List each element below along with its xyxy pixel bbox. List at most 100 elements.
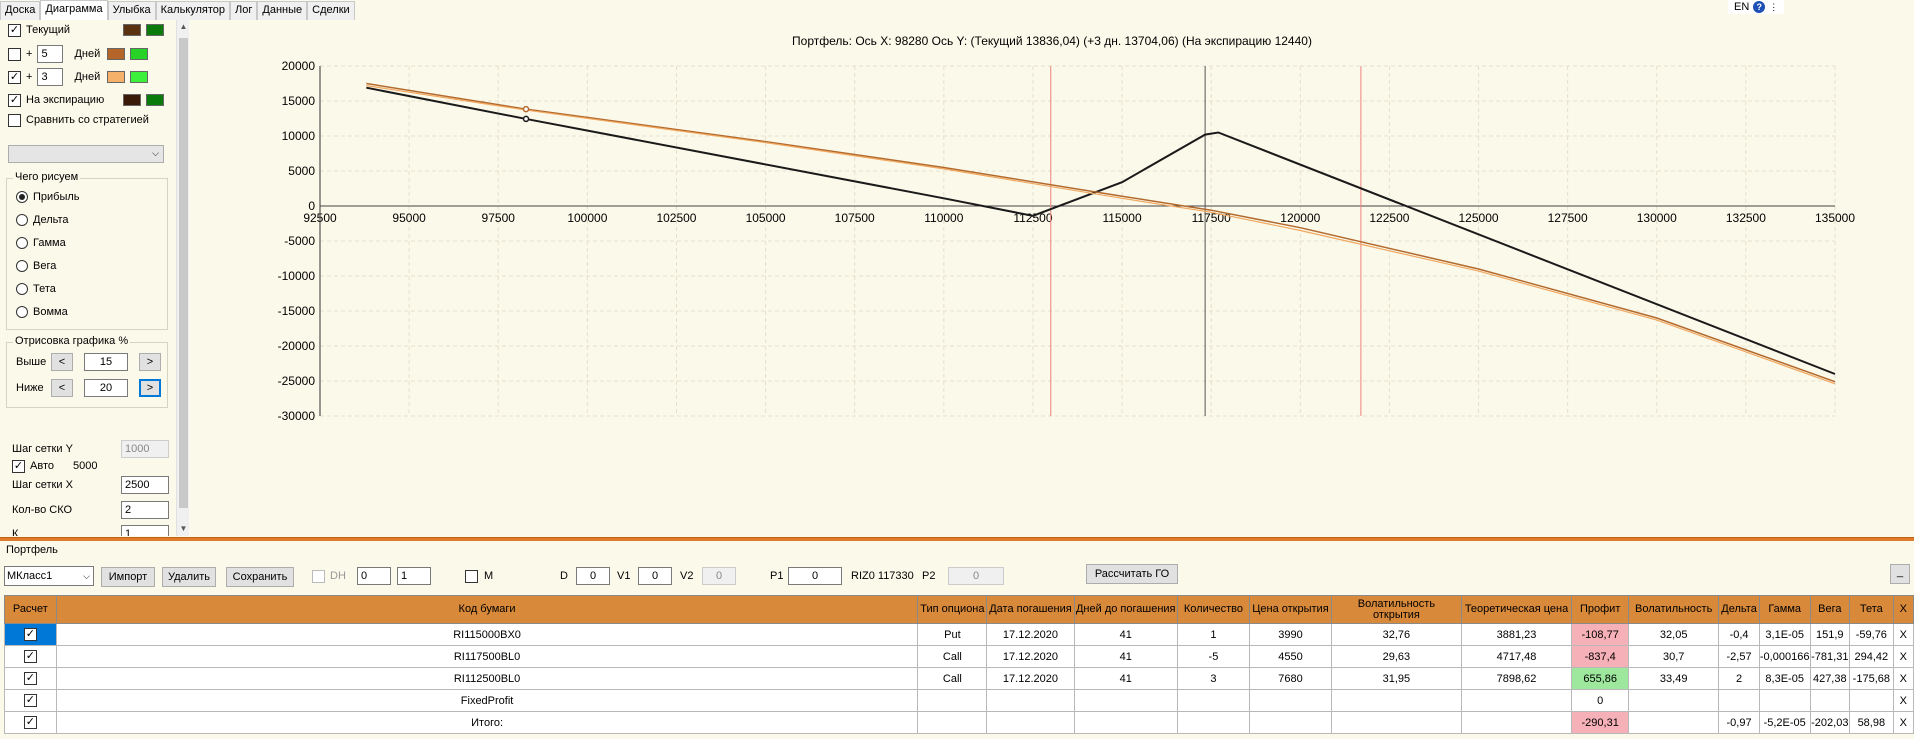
compare-checkbox[interactable] (8, 113, 21, 127)
radio-button[interactable] (16, 260, 28, 272)
table-cell[interactable]: 3 (1176, 667, 1250, 690)
above-decrease-button[interactable]: < (51, 353, 73, 371)
calc-checkbox[interactable] (23, 650, 37, 663)
tab-0[interactable]: Доска (0, 1, 41, 20)
calc-checkbox-cell[interactable] (4, 645, 57, 668)
tab-3[interactable]: Калькулятор (155, 1, 231, 20)
current-checkbox[interactable] (8, 23, 21, 37)
scroll-down-icon[interactable]: ▼ (177, 522, 190, 536)
table-cell[interactable]: 1 (1176, 623, 1250, 646)
column-header-14[interactable]: Тета (1849, 595, 1894, 624)
language-label[interactable]: EN (1734, 1, 1749, 13)
grid-x-input[interactable]: 2500 (121, 476, 169, 494)
save-button[interactable]: Сохранить (226, 567, 294, 587)
below-input[interactable]: 20 (84, 379, 128, 397)
table-cell[interactable] (1176, 689, 1250, 712)
calc-checkbox[interactable] (23, 672, 37, 685)
calculate-margin-button[interactable]: Рассчитать ГО (1086, 564, 1178, 584)
radio-button[interactable] (16, 283, 28, 295)
days3-checkbox[interactable] (8, 70, 21, 84)
scroll-up-icon[interactable]: ▲ (177, 20, 190, 34)
remove-row-button[interactable]: X (1892, 667, 1914, 690)
table-cell[interactable] (1176, 711, 1250, 734)
above-input[interactable]: 15 (84, 353, 128, 371)
calc-checkbox[interactable] (23, 694, 37, 707)
radio-button[interactable] (16, 306, 28, 318)
column-header-6[interactable]: Цена открытия (1248, 595, 1333, 624)
delete-button[interactable]: Удалить (162, 567, 216, 587)
days5-input[interactable]: 5 (37, 45, 64, 63)
days3-input[interactable]: 3 (37, 68, 64, 86)
strategy-select[interactable]: ⌵ (8, 145, 164, 163)
radio-button[interactable] (16, 214, 28, 226)
d-input[interactable]: 0 (576, 567, 610, 585)
language-switch[interactable]: EN ? ⋮ (1728, 0, 1785, 14)
draw-option-1[interactable]: Дельта (16, 211, 69, 229)
calc-checkbox[interactable] (23, 716, 37, 729)
tab-1[interactable]: Диаграмма (40, 0, 108, 20)
table-row[interactable]: RI112500BL0Call17.12.2020413768031,95789… (4, 667, 1914, 690)
column-header-8[interactable]: Теоретическая цена (1460, 595, 1573, 624)
m-checkbox[interactable] (465, 570, 478, 583)
below-increase-button[interactable]: > (139, 379, 161, 397)
grid-y-input[interactable]: 1000 (121, 440, 169, 458)
draw-option-4[interactable]: Тета (16, 280, 56, 298)
help-icon[interactable]: ? (1753, 1, 1766, 13)
expiry-color-dark[interactable] (123, 94, 141, 106)
tab-2[interactable]: Улыбка (107, 1, 156, 20)
draw-option-2[interactable]: Гамма (16, 234, 66, 252)
scroll-thumb[interactable] (179, 38, 188, 508)
tab-4[interactable]: Лог (230, 1, 258, 20)
days5-color-dark[interactable] (107, 48, 126, 60)
cut-input[interactable]: 1 (121, 525, 169, 536)
column-header-10[interactable]: Волатильность (1628, 595, 1720, 624)
days3-color-light[interactable] (130, 71, 149, 83)
column-header-9[interactable]: Профит (1571, 595, 1630, 624)
tab-6[interactable]: Сделки (307, 1, 355, 20)
splitter[interactable] (0, 537, 1914, 541)
more-icon[interactable]: ⋮ (1769, 2, 1778, 13)
table-row[interactable]: RI117500BL0Call17.12.202041-5455029,6347… (4, 645, 1914, 668)
above-increase-button[interactable]: > (139, 353, 161, 371)
remove-row-button[interactable]: X (1892, 689, 1914, 712)
payoff-chart[interactable]: Портфель: Ось X: 98280 Ось Y: (Текущий 1… (190, 20, 1914, 536)
column-header-1[interactable]: Код бумаги (55, 595, 919, 624)
remove-row-button[interactable]: X (1892, 645, 1914, 668)
table-row[interactable]: Итого: -290,31 -0,97-5,2E-05-202,0358,98X (4, 711, 1914, 734)
p1-input[interactable]: 0 (788, 567, 842, 585)
column-header-7[interactable]: Волатильность открытия (1331, 595, 1462, 624)
below-decrease-button[interactable]: < (51, 379, 73, 397)
tab-5[interactable]: Данные (257, 1, 308, 20)
remove-row-button[interactable]: X (1892, 623, 1914, 646)
v1-input[interactable]: 0 (638, 567, 672, 585)
days5-color-light[interactable] (130, 48, 149, 60)
p2-input[interactable]: 0 (948, 567, 1004, 585)
dh-checkbox[interactable] (312, 570, 325, 583)
table-row[interactable]: RI115000BX0Put17.12.2020411399032,763881… (4, 623, 1914, 646)
column-header-12[interactable]: Гамма (1758, 595, 1811, 624)
remove-row-button[interactable]: X (1892, 711, 1914, 734)
days3-color-dark[interactable] (107, 71, 126, 83)
table-cell[interactable]: -5 (1176, 645, 1250, 668)
days5-checkbox[interactable] (8, 47, 21, 61)
column-header-0[interactable]: Расчет (4, 595, 57, 624)
table-row[interactable]: FixedProfit 0 X (4, 689, 1914, 712)
current-color-light[interactable] (146, 24, 164, 36)
v2-input[interactable]: 0 (702, 567, 736, 585)
settings-scrollbar[interactable]: ▲ ▼ (176, 20, 189, 536)
calc-checkbox-cell[interactable] (4, 711, 57, 734)
column-header-11[interactable]: Дельта (1718, 595, 1760, 624)
column-header-4[interactable]: Дней до погашения (1073, 595, 1178, 624)
column-header-5[interactable]: Количество (1176, 595, 1250, 624)
expiry-color-light[interactable] (146, 94, 164, 106)
column-header-15[interactable]: X (1892, 595, 1914, 624)
dh-stepper-1[interactable]: 0 (357, 567, 391, 585)
calc-checkbox[interactable] (23, 628, 37, 641)
calc-checkbox-cell[interactable] (4, 667, 57, 690)
draw-option-5[interactable]: Вомма (16, 303, 68, 321)
column-header-3[interactable]: Дата погашения (986, 595, 1075, 624)
expiry-checkbox[interactable] (8, 93, 21, 107)
draw-option-0[interactable]: Прибыль (16, 188, 80, 206)
column-header-2[interactable]: Тип опциона (917, 595, 988, 624)
draw-option-3[interactable]: Вега (16, 257, 56, 275)
